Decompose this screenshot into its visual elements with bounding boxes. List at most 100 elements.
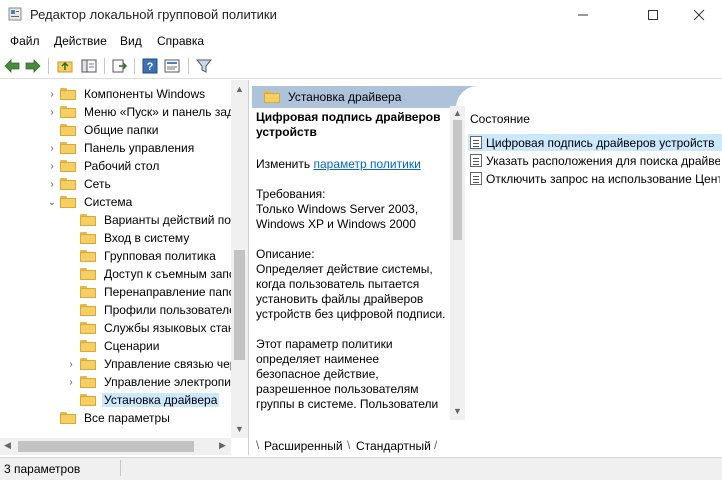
edit-policy-link[interactable]: параметр политики	[313, 157, 420, 171]
folder-icon	[80, 322, 96, 334]
close-icon	[693, 9, 705, 21]
tree-item[interactable]: Все параметры	[60, 409, 172, 427]
maximize-icon	[648, 10, 658, 20]
folder-icon	[60, 88, 76, 100]
list-item-label: Отключить запрос на использование Цент	[486, 171, 720, 186]
tree-item[interactable]: Варианты действий пос	[80, 211, 239, 229]
list-item-label: Цифровая подпись драйверов устройств	[486, 135, 715, 150]
tree-item[interactable]: ⌄ Система	[48, 193, 134, 211]
expand-chevron-icon[interactable]: ›	[66, 359, 76, 370]
scroll-down-icon[interactable]: ▼	[453, 406, 462, 416]
scroll-left-icon[interactable]: ◀	[4, 440, 11, 451]
expand-chevron-icon[interactable]: ›	[47, 161, 57, 172]
status-bar	[0, 457, 722, 480]
list-item[interactable]: Указать расположения для поиска драйве	[470, 152, 720, 169]
settings-folder-icon	[60, 412, 76, 424]
minimize-icon	[578, 14, 588, 16]
tree-item-label: Меню «Пуск» и панель зад	[84, 105, 235, 119]
toolbar-separator	[104, 58, 105, 74]
expand-chevron-icon[interactable]: ›	[66, 377, 76, 388]
folder-icon	[60, 106, 76, 118]
tree-item-label: Перенаправление папо	[104, 285, 236, 299]
window-title: Редактор локальной групповой политики	[30, 7, 277, 22]
tree-item[interactable]: Доступ к съемным запс	[80, 265, 237, 283]
details-header-curve	[456, 86, 722, 108]
tree-item-label: Компоненты Windows	[84, 87, 206, 101]
tree-item[interactable]: Групповая политика	[80, 247, 218, 265]
filter-button[interactable]	[195, 57, 213, 75]
tab-extended[interactable]: Расширенный	[264, 436, 343, 455]
edit-policy-line: Изменить параметр политики	[256, 157, 446, 172]
folder-icon	[80, 232, 96, 244]
requirements-label: Требования:	[256, 187, 326, 201]
minimize-button[interactable]	[560, 0, 606, 30]
list-item[interactable]: Цифровая подпись драйверов устройств	[468, 134, 722, 151]
tree-item-label: Общие папки	[84, 123, 159, 137]
tree-item[interactable]: Установка драйвера	[80, 391, 220, 409]
tree-item[interactable]: Перенаправление папо	[80, 283, 237, 301]
folder-icon	[80, 304, 96, 316]
expand-chevron-icon[interactable]: ›	[47, 107, 57, 118]
tree-item-label: Управление связью чер	[104, 357, 237, 371]
tab-standard[interactable]: Стандартный	[356, 436, 431, 455]
tree-item[interactable]: Вход в систему	[80, 229, 191, 247]
scroll-up-icon[interactable]: ▲	[453, 108, 462, 118]
show-hide-tree-button[interactable]	[80, 57, 98, 75]
menu-view[interactable]: Вид	[120, 34, 142, 48]
properties-icon	[164, 59, 180, 73]
scroll-up-icon[interactable]: ▲	[235, 84, 244, 94]
column-header-state[interactable]: Состояние	[470, 112, 530, 126]
tree-item[interactable]: › Управление электропит	[69, 373, 239, 391]
tree-item-label: Панель управления	[84, 141, 195, 155]
tree-vertical-scroll-thumb[interactable]	[234, 250, 245, 360]
export-list-button[interactable]	[110, 57, 128, 75]
collapse-chevron-icon[interactable]: ⌄	[47, 197, 57, 208]
tree-item[interactable]: › Рабочий стол	[50, 157, 161, 175]
tree-item[interactable]: Службы языковых стан	[80, 319, 236, 337]
app-icon	[8, 7, 22, 21]
tree-item[interactable]: › Панель управления	[50, 139, 196, 157]
tree-item-label: Сеть	[84, 177, 111, 191]
maximize-button[interactable]	[630, 0, 676, 30]
tree-item[interactable]: › Управление связью чер	[69, 355, 238, 373]
folder-icon	[60, 160, 76, 172]
menu-help[interactable]: Справка	[157, 34, 204, 48]
up-folder-button[interactable]	[56, 57, 74, 75]
expand-chevron-icon[interactable]: ›	[47, 179, 57, 190]
tab-separator: /	[434, 438, 438, 452]
status-text: 3 параметров	[4, 462, 81, 476]
tree-horizontal-scroll-thumb[interactable]	[18, 441, 194, 452]
tree-item[interactable]: › Меню «Пуск» и панель зад	[50, 103, 236, 121]
list-item-label: Указать расположения для поиска драйве	[486, 153, 720, 168]
tree-item[interactable]: › Сеть	[50, 175, 113, 193]
scroll-down-icon[interactable]: ▼	[235, 424, 244, 434]
description-title: Цифровая подпись драйверов устройств	[256, 110, 441, 139]
tree-item[interactable]: Общие папки	[60, 121, 160, 139]
folder-icon	[80, 286, 96, 298]
expand-chevron-icon[interactable]: ›	[47, 89, 57, 100]
expand-chevron-icon[interactable]: ›	[47, 143, 57, 154]
close-button[interactable]	[676, 0, 722, 30]
list-item[interactable]: Отключить запрос на использование Цент	[470, 170, 720, 187]
folder-icon	[60, 178, 76, 190]
description-more: Этот параметр политики определяет наимен…	[256, 337, 439, 411]
filter-icon	[196, 59, 212, 73]
back-button[interactable]	[3, 57, 21, 75]
menu-action[interactable]: Действие	[54, 34, 107, 48]
back-arrow-icon	[4, 59, 20, 73]
help-button[interactable]: ?	[141, 57, 159, 75]
tree-item-label: Групповая политика	[104, 249, 216, 263]
scroll-right-icon[interactable]: ▶	[219, 440, 226, 451]
tree-item[interactable]: › Компоненты Windows	[50, 85, 207, 103]
tree-item-label: Рабочий стол	[84, 159, 160, 173]
properties-button[interactable]	[163, 57, 181, 75]
menu-file[interactable]: Файл	[10, 34, 40, 48]
forward-button[interactable]	[24, 57, 42, 75]
folder-icon	[80, 358, 96, 370]
tree-item-label: Система	[84, 195, 133, 209]
tree-item[interactable]: Сценарии	[80, 337, 161, 355]
tree-item[interactable]: Профили пользователе	[80, 301, 238, 319]
toolbar-separator	[48, 58, 49, 74]
description-scroll-thumb[interactable]	[453, 120, 462, 240]
policy-setting-icon	[470, 154, 482, 167]
